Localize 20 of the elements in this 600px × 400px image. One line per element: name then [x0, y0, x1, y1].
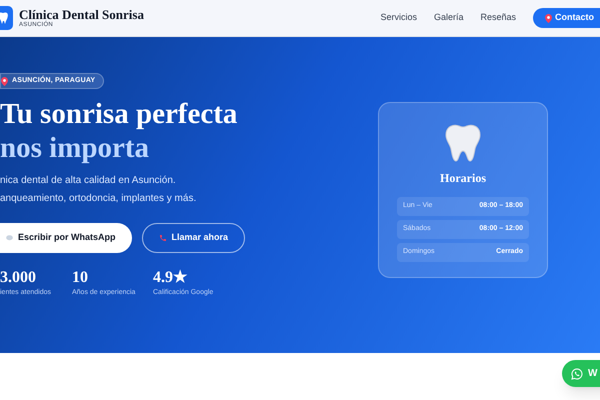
- stat-value: 3.000: [0, 269, 37, 287]
- hero-title: Tu sonrisa perfecta: [0, 97, 238, 131]
- call-button[interactable]: Llamar ahora: [142, 223, 246, 253]
- hero-title: nos importa: [0, 131, 150, 165]
- hero-description: anqueamiento, ortodoncia, implantes y más.: [0, 192, 198, 206]
- pin-icon: [545, 14, 552, 22]
- phone-icon: [158, 234, 167, 242]
- whatsapp-icon: [571, 368, 583, 380]
- nav-link[interactable]: Galería: [434, 11, 464, 25]
- nav-link[interactable]: Reseñas: [480, 11, 516, 25]
- speech-bubble-icon: [6, 235, 13, 241]
- whatsapp-button[interactable]: Escribir por WhatsApp: [0, 223, 132, 253]
- stat-value: 10: [72, 269, 89, 287]
- brand-name: Clínica Dental Sonrisa: [19, 8, 144, 21]
- hero-description: nica dental de alta calidad en Asunción.: [0, 174, 177, 188]
- pin-icon: [1, 76, 8, 86]
- stat-value: 4.9★: [153, 269, 188, 287]
- nav-link[interactable]: Servicios: [380, 11, 417, 25]
- contact-button[interactable]: Contacto: [533, 8, 600, 28]
- hours-title: Horarios: [440, 170, 486, 187]
